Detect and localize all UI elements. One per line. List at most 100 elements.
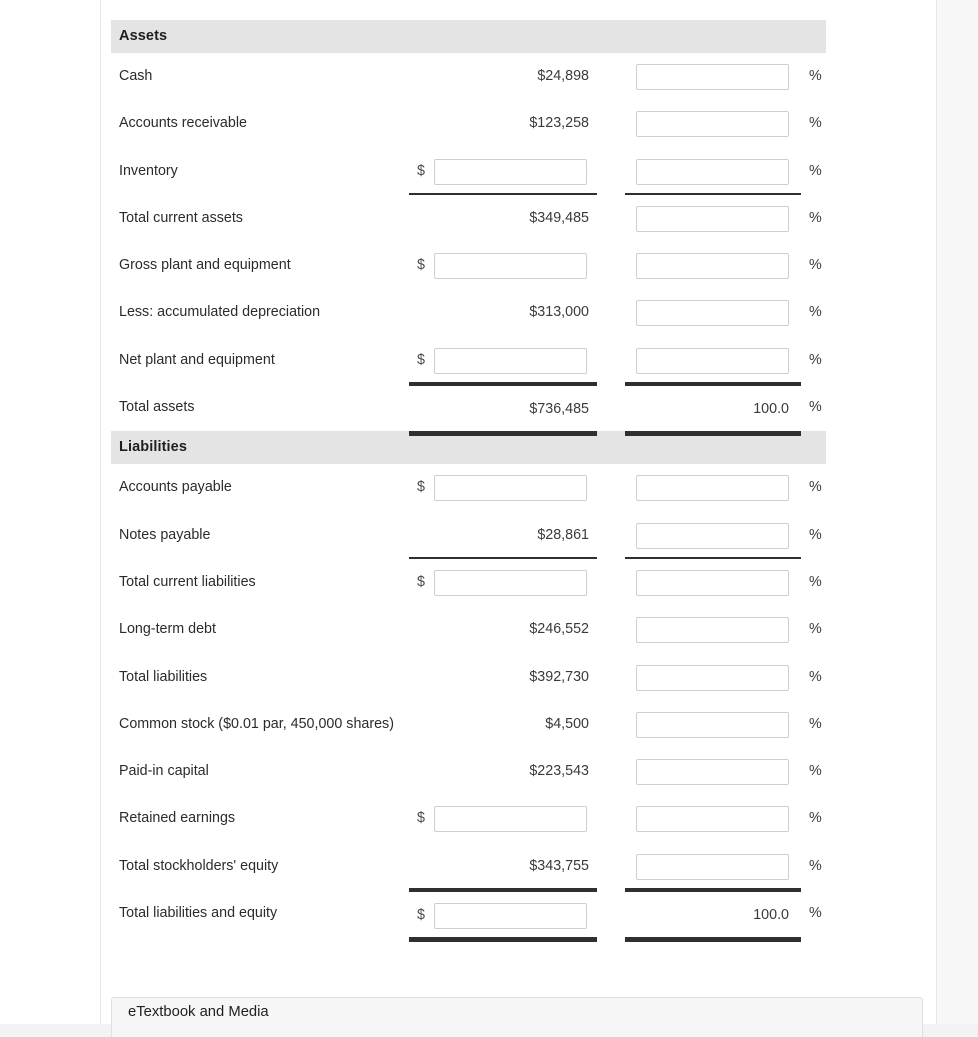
percent-symbol-total-liabilities-and-equity: % [809, 905, 822, 922]
percent-input-common-stock[interactable] [636, 711, 789, 738]
percent-symbol-accounts-receivable: % [809, 115, 822, 132]
percent-symbol-retained-earnings: % [809, 810, 822, 827]
percent-cell-total-current-assets [625, 195, 801, 242]
dollar-cell-accounts-payable: $ [409, 464, 597, 511]
row-label-accounts-payable: Accounts payable [119, 479, 232, 496]
dollar-cell-gross-plant-and-equipment: $ [409, 242, 597, 289]
dollar-value-accounts-receivable: $123,258 [529, 115, 589, 132]
percent-cell-retained-earnings [625, 795, 801, 842]
percent-input-accounts-receivable[interactable] [636, 111, 789, 138]
row-common-stock: Common stock ($0.01 par, 450,000 shares)… [111, 701, 826, 748]
percent-cell-total-assets: 100.0 [625, 384, 801, 433]
percent-cell-paid-in-capital [625, 748, 801, 795]
dollar-input-inventory[interactable] [434, 158, 587, 185]
etextbook-and-media-label: eTextbook and Media [128, 1004, 269, 1020]
percent-cell-less-accumulated-depreciation [625, 289, 801, 336]
dollar-sign-total-current-liabilities: $ [417, 573, 425, 590]
row-accounts-receivable: Accounts receivable $123,258% [111, 100, 826, 147]
dollar-cell-total-liabilities-and-equity: $ [409, 890, 597, 939]
percent-cell-inventory [625, 148, 801, 195]
percent-cell-net-plant-and-equipment [625, 337, 801, 384]
etextbook-and-media-panel[interactable]: eTextbook and Media [111, 997, 923, 1037]
row-label-long-term-debt: Long-term debt [119, 621, 216, 638]
row-total-liabilities-and-equity: Total liabilities and equity $100.0% [111, 890, 826, 937]
percent-cell-long-term-debt [625, 606, 801, 653]
percent-symbol-long-term-debt: % [809, 621, 822, 638]
percent-input-cash[interactable] [636, 64, 789, 90]
worksheet-card: Assets Cash $24,898% Accounts receivable $12… [100, 0, 937, 1037]
dollar-value-less-accumulated-depreciation: $313,000 [529, 304, 589, 321]
row-label-net-plant-and-equipment: Net plant and equipment [119, 351, 275, 368]
dollar-cell-cash: $24,898 [409, 53, 597, 100]
dollar-cell-notes-payable: $28,861 [409, 512, 597, 559]
percent-input-inventory[interactable] [636, 158, 789, 185]
row-label-total-stockholders-equity: Total stockholders' equity [119, 857, 279, 874]
dollar-cell-retained-earnings: $ [409, 795, 597, 842]
row-label-notes-payable: Notes payable [119, 526, 211, 543]
dollar-value-total-stockholders-equity: $343,755 [529, 857, 589, 874]
percent-symbol-total-current-liabilities: % [809, 573, 822, 590]
row-label-inventory: Inventory [119, 162, 178, 179]
row-long-term-debt: Long-term debt $246,552% [111, 606, 826, 653]
percent-input-notes-payable[interactable] [636, 522, 789, 549]
row-label-total-liabilities-and-equity: Total liabilities and equity [119, 905, 278, 922]
percent-cell-accounts-receivable [625, 100, 801, 147]
percent-input-net-plant-and-equipment[interactable] [636, 347, 789, 374]
dollar-sign-accounts-payable: $ [417, 479, 425, 496]
row-retained-earnings: Retained earnings $% [111, 795, 826, 842]
dollar-cell-total-liabilities: $392,730 [409, 654, 597, 701]
percent-cell-cash [625, 53, 801, 100]
dollar-input-gross-plant-and-equipment[interactable] [434, 253, 587, 280]
section-header-assets: Assets [111, 20, 826, 53]
dollar-sign-retained-earnings: $ [417, 810, 425, 827]
section-header-liabilities: Liabilities [111, 431, 826, 465]
percent-cell-accounts-payable [625, 464, 801, 511]
percent-input-total-current-assets[interactable] [636, 205, 789, 232]
percent-cell-total-stockholders-equity [625, 843, 801, 890]
percent-input-total-liabilities[interactable] [636, 664, 789, 691]
percent-input-less-accumulated-depreciation[interactable] [636, 300, 789, 327]
percent-input-total-stockholders-equity[interactable] [636, 853, 789, 880]
dollar-input-total-liabilities-and-equity[interactable] [434, 903, 587, 930]
dollar-sign-total-liabilities-and-equity: $ [417, 907, 425, 924]
row-label-total-current-assets: Total current assets [119, 209, 243, 226]
balance-sheet-worksheet: Assets Cash $24,898% Accounts receivable $12… [111, 20, 826, 937]
percent-symbol-paid-in-capital: % [809, 763, 822, 780]
row-label-retained-earnings: Retained earnings [119, 810, 236, 827]
percent-input-paid-in-capital[interactable] [636, 759, 789, 786]
row-label-total-liabilities: Total liabilities [119, 668, 208, 685]
dollar-cell-inventory: $ [409, 148, 597, 195]
dollar-cell-accounts-receivable: $123,258 [409, 100, 597, 147]
dollar-input-accounts-payable[interactable] [434, 475, 587, 502]
percent-input-total-current-liabilities[interactable] [636, 569, 789, 596]
row-notes-payable: Notes payable $28,861% [111, 512, 826, 559]
dollar-input-retained-earnings[interactable] [434, 806, 587, 833]
row-label-total-assets: Total assets [119, 399, 195, 416]
row-total-stockholders-equity: Total stockholders' equity $343,755% [111, 843, 826, 890]
row-label-paid-in-capital: Paid-in capital [119, 763, 209, 780]
percent-input-long-term-debt[interactable] [636, 617, 789, 644]
dollar-sign-inventory: $ [417, 162, 425, 179]
percent-input-accounts-payable[interactable] [636, 475, 789, 502]
row-total-assets: Total assets $736,485 100.0% [111, 384, 826, 431]
dollar-value-total-current-assets: $349,485 [529, 209, 589, 226]
percent-symbol-notes-payable: % [809, 526, 822, 543]
dollar-cell-net-plant-and-equipment: $ [409, 337, 597, 384]
row-total-current-assets: Total current assets $349,485% [111, 195, 826, 242]
percent-cell-total-liabilities-and-equity: 100.0 [625, 890, 801, 939]
row-net-plant-and-equipment: Net plant and equipment $% [111, 337, 826, 384]
dollar-cell-total-current-assets: $349,485 [409, 195, 597, 242]
percent-input-retained-earnings[interactable] [636, 806, 789, 833]
percent-symbol-total-assets: % [809, 399, 822, 416]
dollar-value-common-stock: $4,500 [545, 715, 589, 732]
percent-symbol-common-stock: % [809, 715, 822, 732]
dollar-cell-total-assets: $736,485 [409, 384, 597, 433]
percent-cell-total-liabilities [625, 654, 801, 701]
dollar-cell-total-stockholders-equity: $343,755 [409, 843, 597, 890]
dollar-input-net-plant-and-equipment[interactable] [434, 347, 587, 374]
percent-symbol-total-stockholders-equity: % [809, 857, 822, 874]
percent-input-gross-plant-and-equipment[interactable] [636, 253, 789, 280]
dollar-input-total-current-liabilities[interactable] [434, 569, 587, 596]
row-label-common-stock: Common stock ($0.01 par, 450,000 shares) [119, 715, 394, 732]
percent-symbol-inventory: % [809, 162, 822, 179]
